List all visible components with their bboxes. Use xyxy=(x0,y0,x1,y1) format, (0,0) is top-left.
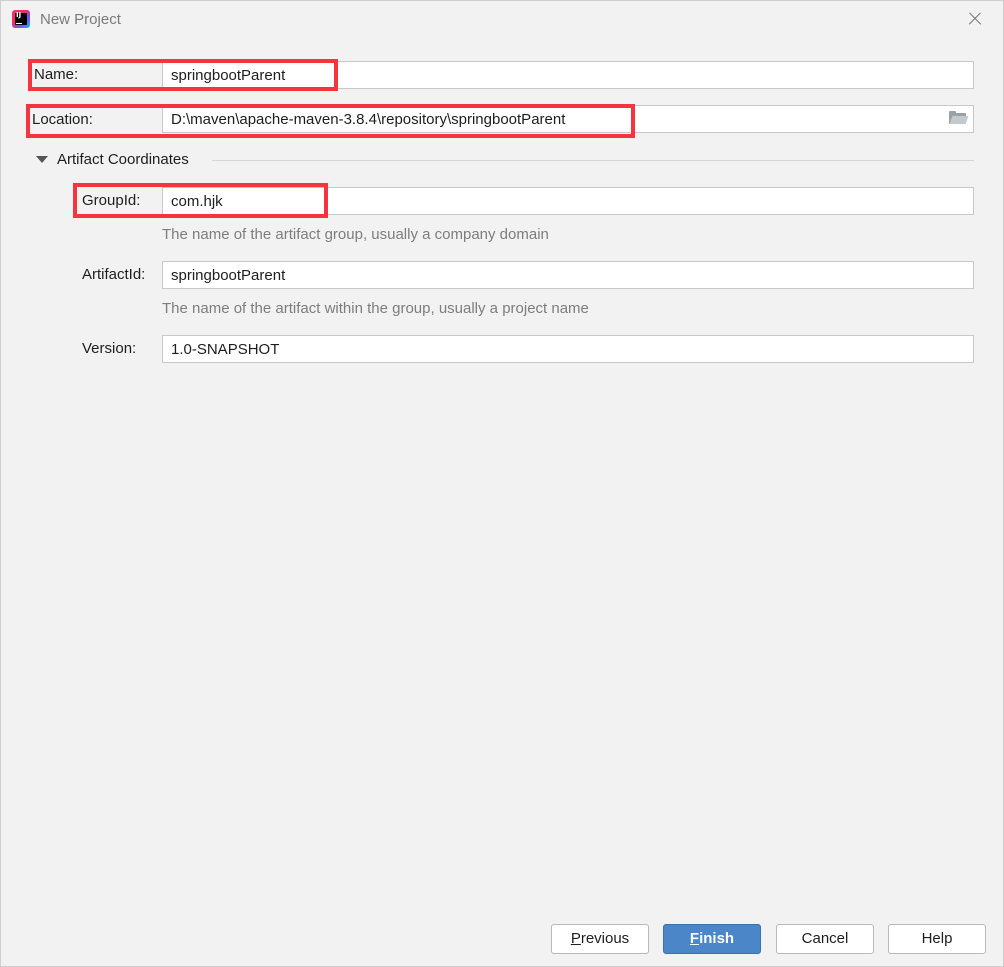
location-field-wrapper xyxy=(162,105,974,133)
finish-label-rest: inish xyxy=(699,930,735,947)
help-button[interactable]: Help xyxy=(888,924,986,954)
name-label: Name: xyxy=(34,66,79,83)
artifact-coordinates-title[interactable]: Artifact Coordinates xyxy=(57,151,189,168)
close-icon[interactable] xyxy=(965,9,985,29)
dialog-title: New Project xyxy=(40,11,121,28)
previous-label-rest: revious xyxy=(580,930,630,947)
artifact-id-input[interactable] xyxy=(162,261,974,289)
folder-icon[interactable] xyxy=(949,111,969,124)
title-bar: New Project xyxy=(1,1,1003,39)
section-divider xyxy=(212,160,974,161)
intellij-idea-icon xyxy=(12,10,30,28)
location-input[interactable] xyxy=(162,105,974,133)
group-id-input[interactable] xyxy=(162,187,974,215)
new-project-dialog: New Project Name: Location: Artifact Coo… xyxy=(0,0,1004,967)
cancel-button[interactable]: Cancel xyxy=(776,924,874,954)
name-input[interactable] xyxy=(162,61,974,89)
previous-button[interactable]: Previous xyxy=(551,924,649,954)
group-id-hint: The name of the artifact group, usually … xyxy=(162,226,549,243)
triangle-down-icon[interactable] xyxy=(36,156,48,163)
artifact-id-label: ArtifactId: xyxy=(82,266,146,283)
location-label: Location: xyxy=(32,111,93,128)
artifact-id-hint: The name of the artifact within the grou… xyxy=(162,300,589,317)
previous-mnemonic: P xyxy=(570,930,581,947)
version-input[interactable] xyxy=(162,335,974,363)
group-id-label: GroupId: xyxy=(82,192,141,209)
finish-mnemonic: F xyxy=(689,930,700,947)
version-label: Version: xyxy=(82,340,137,357)
finish-button[interactable]: Finish xyxy=(663,924,761,954)
